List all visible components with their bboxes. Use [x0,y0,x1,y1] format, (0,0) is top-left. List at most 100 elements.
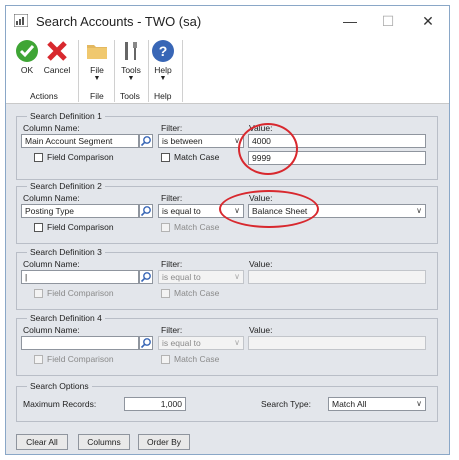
match-case-label: Match Case [174,354,220,364]
field-comparison-checkbox[interactable] [34,223,43,232]
search-form: Search Definition 1 Column Name: Filter:… [6,104,449,454]
filter-value: is equal to [162,206,201,216]
ribbon-separator [148,40,149,102]
match-case-checkbox[interactable] [161,355,170,364]
lookup-icon[interactable] [139,336,153,350]
match-case-label: Match Case [174,222,220,232]
value-label: Value: [249,193,273,203]
group-tools-label: Tools [120,91,140,101]
lookup-icon[interactable] [139,134,153,148]
tools-icon [119,39,143,63]
value-label: Value: [249,325,273,335]
max-records-label: Maximum Records: [23,399,97,409]
match-case-checkbox[interactable] [161,153,170,162]
filter-label: Filter: [161,123,183,133]
match-case-checkbox[interactable] [161,289,170,298]
tools-menu-button[interactable]: Tools ▼ [116,39,146,83]
tools-dropdown-arrow: ▼ [127,75,135,82]
field-comparison-label: Field Comparison [47,288,114,298]
filter-value: is equal to [162,272,201,282]
group-title: Search Definition 3 [27,247,105,257]
column-name-label: Column Name: [23,325,80,335]
search-definition-3: Search Definition 3 Column Name: Filter:… [16,247,438,310]
group-help-label: Help [154,91,172,101]
search-type-value: Match All [332,399,367,409]
window-title: Search Accounts - TWO (sa) [36,14,202,29]
clear-all-button[interactable]: Clear All [16,434,68,450]
column-name-field[interactable] [21,336,139,350]
title-bar: Search Accounts - TWO (sa) — ☐ ✕ [6,6,449,36]
help-menu-button[interactable]: ? Help ▼ [148,39,178,83]
svg-text:?: ? [159,43,168,59]
minimize-button[interactable]: — [340,13,360,29]
filter-select[interactable]: is between ∨ [158,134,244,148]
search-options: Search Options Maximum Records: 1,000 Se… [16,381,438,422]
chevron-down-icon: ∨ [234,272,240,281]
filter-select[interactable]: is equal to ∨ [158,336,244,350]
app-icon [14,14,28,27]
chevron-down-icon: ∨ [416,399,422,408]
field-comparison-checkbox[interactable] [34,153,43,162]
lookup-icon[interactable] [139,270,153,284]
match-case-label: Match Case [174,288,220,298]
search-definition-1: Search Definition 1 Column Name: Filter:… [16,111,438,180]
column-name-label: Column Name: [23,123,80,133]
close-button[interactable]: ✕ [418,13,438,29]
cancel-button[interactable]: Cancel [42,39,72,75]
value-field[interactable] [248,336,426,350]
value-label: Value: [249,259,273,269]
field-comparison-label: Field Comparison [47,222,114,232]
match-case-label: Match Case [174,152,220,162]
value-field[interactable] [248,270,426,284]
group-title: Search Definition 4 [27,313,105,323]
ok-icon [15,39,39,63]
filter-label: Filter: [161,259,183,269]
ribbon-separator [78,40,79,102]
value-selected: Balance Sheet [252,206,308,216]
group-title: Search Definition 2 [27,181,105,191]
chevron-down-icon: ∨ [234,338,240,347]
file-menu-button[interactable]: File ▼ [82,39,112,83]
filter-label: Filter: [161,193,183,203]
column-name-field[interactable]: Posting Type [21,204,139,218]
match-case-checkbox[interactable] [161,223,170,232]
search-definition-4: Search Definition 4 Column Name: Filter:… [16,313,438,376]
chevron-down-icon: ∨ [234,136,240,145]
column-name-field[interactable]: Main Account Segment [21,134,139,148]
column-name-field[interactable]: | [21,270,139,284]
value-label: Value: [249,123,273,133]
help-icon: ? [151,39,175,63]
order-by-button[interactable]: Order By [138,434,190,450]
ribbon: OK Cancel File ▼ Tools ▼ ? Help ▼ Action… [6,36,449,104]
lookup-icon[interactable] [139,204,153,218]
tools-label: Tools [121,65,141,75]
cancel-label: Cancel [43,65,71,75]
maximize-button[interactable]: ☐ [378,13,398,29]
max-records-field[interactable]: 1,000 [124,397,186,411]
field-comparison-checkbox[interactable] [34,289,43,298]
filter-value: is between [162,136,203,146]
filter-value: is equal to [162,338,201,348]
chevron-down-icon: ∨ [234,206,240,215]
filter-select[interactable]: is equal to ∨ [158,204,244,218]
folder-icon [85,39,109,63]
columns-button[interactable]: Columns [78,434,130,450]
ok-button[interactable]: OK [12,39,42,75]
search-type-label: Search Type: [261,399,311,409]
ribbon-separator [182,40,183,102]
field-comparison-label: Field Comparison [47,152,114,162]
value-select[interactable]: Balance Sheet ∨ [248,204,426,218]
file-dropdown-arrow: ▼ [93,75,101,82]
filter-select[interactable]: is equal to ∨ [158,270,244,284]
search-type-select[interactable]: Match All ∨ [328,397,426,411]
column-name-label: Column Name: [23,193,80,203]
help-dropdown-arrow: ▼ [159,75,167,82]
group-title: Search Options [27,381,92,391]
field-comparison-checkbox[interactable] [34,355,43,364]
value-field[interactable]: 4000 [248,134,426,148]
field-comparison-label: Field Comparison [47,354,114,364]
group-title: Search Definition 1 [27,111,105,121]
value-to-field[interactable]: 9999 [248,151,426,165]
cancel-icon [45,39,69,63]
help-label: Help [154,65,172,75]
